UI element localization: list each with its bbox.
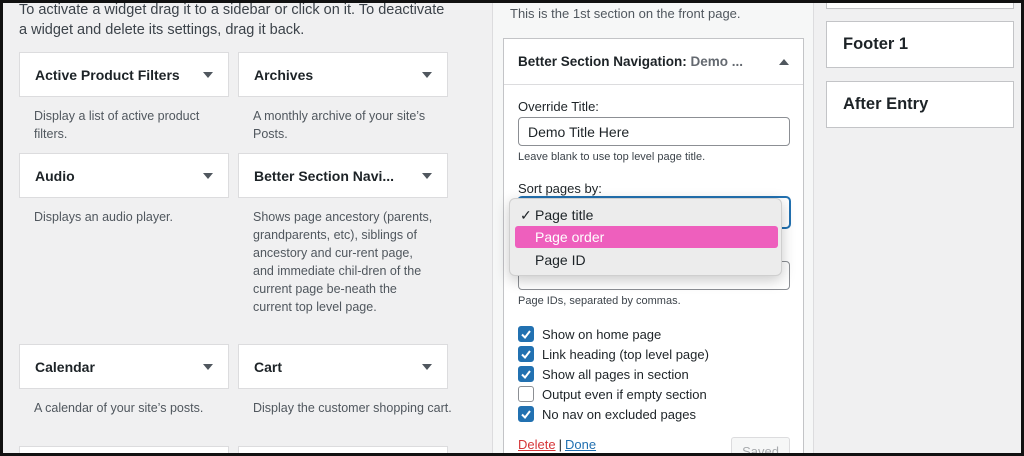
checkbox[interactable] [518,366,534,382]
checkbox-output-empty[interactable]: Output even if empty section [518,386,707,402]
widget-better-section-navigation[interactable]: Better Section Navi... [238,153,448,198]
link-separator: | [558,437,562,452]
chevron-down-icon[interactable] [203,71,213,78]
sort-option-label: Page order [535,229,605,245]
checkbox-show-on-home[interactable]: Show on home page [518,326,661,342]
chevron-down-icon[interactable] [422,172,432,179]
widget-panel-title-sub: Demo ... [690,54,744,69]
override-title-help: Leave blank to use top level page title. [518,151,706,163]
saved-button[interactable]: Saved [731,437,790,456]
sidebar-title: After Entry [843,95,929,113]
checkbox-label: No nav on excluded pages [542,406,696,422]
checkbox-label: Link heading (top level page) [542,346,709,362]
sort-option-page-order[interactable]: Page order [515,226,778,248]
widget-description: Display the customer shopping cart. [253,401,452,415]
override-title-input[interactable] [518,117,790,146]
delete-link[interactable]: Delete [518,437,556,452]
chevron-down-icon[interactable] [203,363,213,370]
widgets-intro-text: To activate a widget drag it to a sideba… [19,2,445,38]
widget-title: Cart [254,358,283,375]
override-title-label: Override Title: [518,99,599,114]
widget-description: Displays an audio player. [34,210,173,224]
widget-title: Archives [254,66,314,83]
sidebar-footer-1[interactable]: Footer 1 [826,21,1014,68]
widget-title: Audio [35,167,75,184]
sort-option-label: Page title [535,207,594,223]
checkbox[interactable] [518,386,534,402]
widget-audio[interactable]: Audio [19,153,229,198]
checkbox[interactable] [518,346,534,362]
sidebar-title: Footer 1 [843,35,909,53]
widget-panel-title-main: Better Section Navigation: [518,54,687,69]
checkbox-label: Show on home page [542,326,662,342]
checkbox[interactable] [518,326,534,342]
chevron-down-icon[interactable] [203,172,213,179]
sidebar-after-entry[interactable]: After Entry [826,81,1014,128]
widget-title: Calendar [35,358,95,375]
widget-control-actions: Delete | Done [518,437,596,452]
sort-pages-dropdown: ✓ Page title Page order Page ID [509,198,782,276]
widget-panel-title: Better Section Navigation: Demo ... [518,54,743,69]
checkbox-label: Output even if empty section [542,386,707,402]
checkmark-icon: ✓ [520,207,532,223]
section-description: This is the 1st section on the front pag… [510,6,741,21]
widget-title: Active Product Filters [35,66,180,83]
widget-active-product-filters[interactable]: Active Product Filters [19,52,229,97]
sort-pages-label: Sort pages by: [518,181,602,196]
widget-calendar[interactable]: Calendar [19,344,229,389]
sidebars-column [815,0,1024,456]
checkbox-label: Show all pages in section [542,366,689,382]
widget-description: A monthly archive of your site’s Posts. [253,109,426,141]
widget-cart[interactable]: Cart [238,344,448,389]
widget-description: Shows page ancestory (parents, grandpare… [253,210,433,314]
sort-option-label: Page ID [535,252,586,268]
done-link[interactable]: Done [565,437,596,452]
widget-archives[interactable]: Archives [238,52,448,97]
widget-partial[interactable] [19,446,229,456]
sort-option-page-title[interactable]: ✓ Page title [515,204,778,226]
chevron-up-icon[interactable] [779,58,789,65]
chevron-down-icon[interactable] [422,71,432,78]
widget-title: Better Section Navi... [254,167,395,184]
sort-option-page-id[interactable]: Page ID [515,249,778,271]
checkbox[interactable] [518,406,534,422]
sidebar-partial[interactable] [826,0,1014,9]
widget-panel-header[interactable]: Better Section Navigation: Demo ... [504,39,803,85]
exclude-pages-help: Page IDs, separated by commas. [518,295,681,307]
checkbox-show-all-pages[interactable]: Show all pages in section [518,366,689,382]
checkbox-link-heading[interactable]: Link heading (top level page) [518,346,709,362]
widget-partial[interactable] [238,446,448,456]
chevron-down-icon[interactable] [422,363,432,370]
checkbox-no-nav-excluded[interactable]: No nav on excluded pages [518,406,696,422]
widget-description: A calendar of your site’s posts. [34,401,204,415]
widget-description: Display a list of active product filters… [34,109,200,141]
